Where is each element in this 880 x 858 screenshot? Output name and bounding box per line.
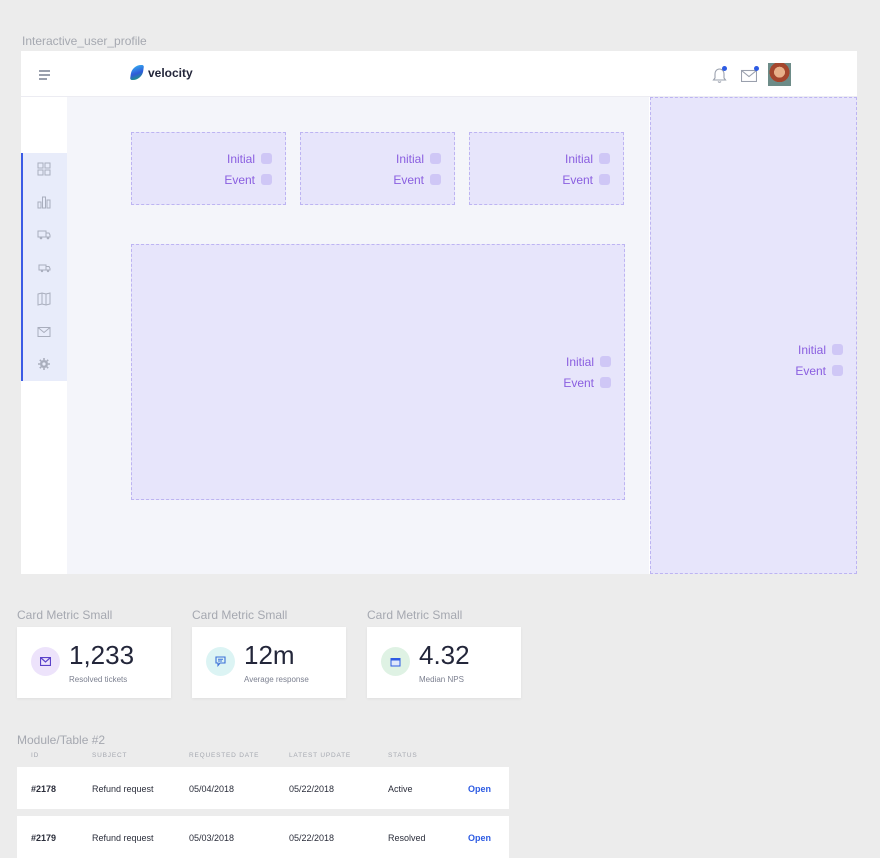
mail-icon[interactable] (740, 66, 759, 83)
calendar-icon (381, 647, 410, 676)
slot-initial-row[interactable]: Initial (562, 151, 610, 166)
column-header-updated[interactable]: LATEST UPDATE (289, 752, 351, 759)
slot-initial-label: Initial (797, 342, 826, 357)
right-panel-slot[interactable]: Initial Event (650, 97, 857, 574)
column-header-id[interactable]: ID (31, 752, 39, 759)
cell-status: Active (388, 784, 413, 794)
bar-chart-icon[interactable] (37, 195, 51, 209)
sidebar (21, 153, 67, 381)
cell-requested: 05/03/2018 (189, 833, 235, 843)
cell-id: #2178 (31, 784, 57, 794)
grid-icon[interactable] (37, 162, 51, 176)
slot-card-1[interactable]: Initial Event (131, 132, 286, 205)
slot-event-label: Event (562, 172, 593, 187)
metric-desc: Median NPS (419, 675, 464, 684)
event-checkbox[interactable] (600, 377, 611, 388)
section-label: Card Metric Small (17, 608, 113, 622)
event-checkbox[interactable] (832, 365, 843, 376)
envelope-icon[interactable] (37, 325, 51, 339)
metric-card-nps: 4.32 Median NPS (367, 627, 521, 698)
cell-status: Resolved (388, 833, 426, 843)
open-link[interactable]: Open (468, 784, 491, 794)
event-checkbox[interactable] (261, 174, 272, 185)
top-bar: velocity (21, 51, 857, 97)
cell-requested: 05/04/2018 (189, 784, 235, 794)
slot-initial-label: Initial (226, 151, 255, 166)
frame-title: Interactive_user_profile (22, 34, 147, 48)
column-header-subject[interactable]: SUBJECT (92, 752, 127, 759)
slot-initial-row[interactable]: Initial (563, 354, 611, 369)
initial-checkbox[interactable] (430, 153, 441, 164)
metric-value: 12m (244, 640, 295, 670)
mail-icon (31, 647, 60, 676)
slot-initial-row[interactable]: Initial (224, 151, 272, 166)
event-checkbox[interactable] (430, 174, 441, 185)
delivery-truck-icon[interactable] (37, 260, 51, 274)
bell-icon[interactable] (711, 66, 728, 84)
slot-initial-label: Initial (565, 354, 594, 369)
slot-event-row[interactable]: Event (562, 172, 610, 187)
brand-name: velocity (148, 65, 193, 80)
initial-checkbox[interactable] (261, 153, 272, 164)
slot-card-3[interactable]: Initial Event (469, 132, 624, 205)
slot-event-row[interactable]: Event (393, 172, 441, 187)
slot-large[interactable]: Initial Event (131, 244, 625, 500)
slot-initial-row[interactable]: Initial (795, 342, 843, 357)
cell-updated: 05/22/2018 (289, 833, 335, 843)
mail-badge (754, 66, 759, 71)
logo-mark-icon (129, 65, 145, 80)
slot-event-row[interactable]: Event (563, 375, 611, 390)
brand-logo[interactable]: velocity (129, 65, 193, 80)
table-row[interactable]: #2179 Refund request 05/03/2018 05/22/20… (17, 816, 509, 858)
slot-initial-row[interactable]: Initial (393, 151, 441, 166)
initial-checkbox[interactable] (600, 356, 611, 367)
slot-initial-label: Initial (395, 151, 424, 166)
slot-event-label: Event (563, 375, 594, 390)
map-icon[interactable] (37, 292, 51, 306)
metric-card-resolved: 1,233 Resolved tickets (17, 627, 171, 698)
slot-card-2[interactable]: Initial Event (300, 132, 455, 205)
metric-value: 1,233 (69, 640, 135, 670)
cell-updated: 05/22/2018 (289, 784, 335, 794)
menu-icon[interactable] (39, 70, 50, 82)
truck-icon[interactable] (37, 227, 51, 241)
slot-event-label: Event (393, 172, 424, 187)
initial-checkbox[interactable] (599, 153, 610, 164)
column-header-status[interactable]: STATUS (388, 752, 417, 759)
section-label: Card Metric Small (367, 608, 463, 622)
cell-subject: Refund request (92, 784, 154, 794)
cell-id: #2179 (31, 833, 57, 843)
initial-checkbox[interactable] (832, 344, 843, 355)
notification-badge (722, 66, 727, 71)
slot-initial-label: Initial (564, 151, 593, 166)
slot-event-label: Event (224, 172, 255, 187)
gear-icon[interactable] (37, 357, 51, 371)
table-row[interactable]: #2178 Refund request 05/04/2018 05/22/20… (17, 767, 509, 809)
slot-event-row[interactable]: Event (224, 172, 272, 187)
event-checkbox[interactable] (599, 174, 610, 185)
table-title: Module/Table #2 (17, 733, 106, 747)
metric-desc: Resolved tickets (69, 675, 128, 684)
chat-icon (206, 647, 235, 676)
avatar[interactable] (768, 63, 791, 86)
metric-desc: Average response (244, 675, 309, 684)
metric-value: 4.32 (419, 640, 470, 670)
metric-card-response: 12m Average response (192, 627, 346, 698)
slot-event-label: Event (795, 363, 826, 378)
cell-subject: Refund request (92, 833, 154, 843)
open-link[interactable]: Open (468, 833, 491, 843)
section-label: Card Metric Small (192, 608, 288, 622)
column-header-requested[interactable]: REQUESTED DATE (189, 752, 259, 759)
slot-event-row[interactable]: Event (795, 363, 843, 378)
